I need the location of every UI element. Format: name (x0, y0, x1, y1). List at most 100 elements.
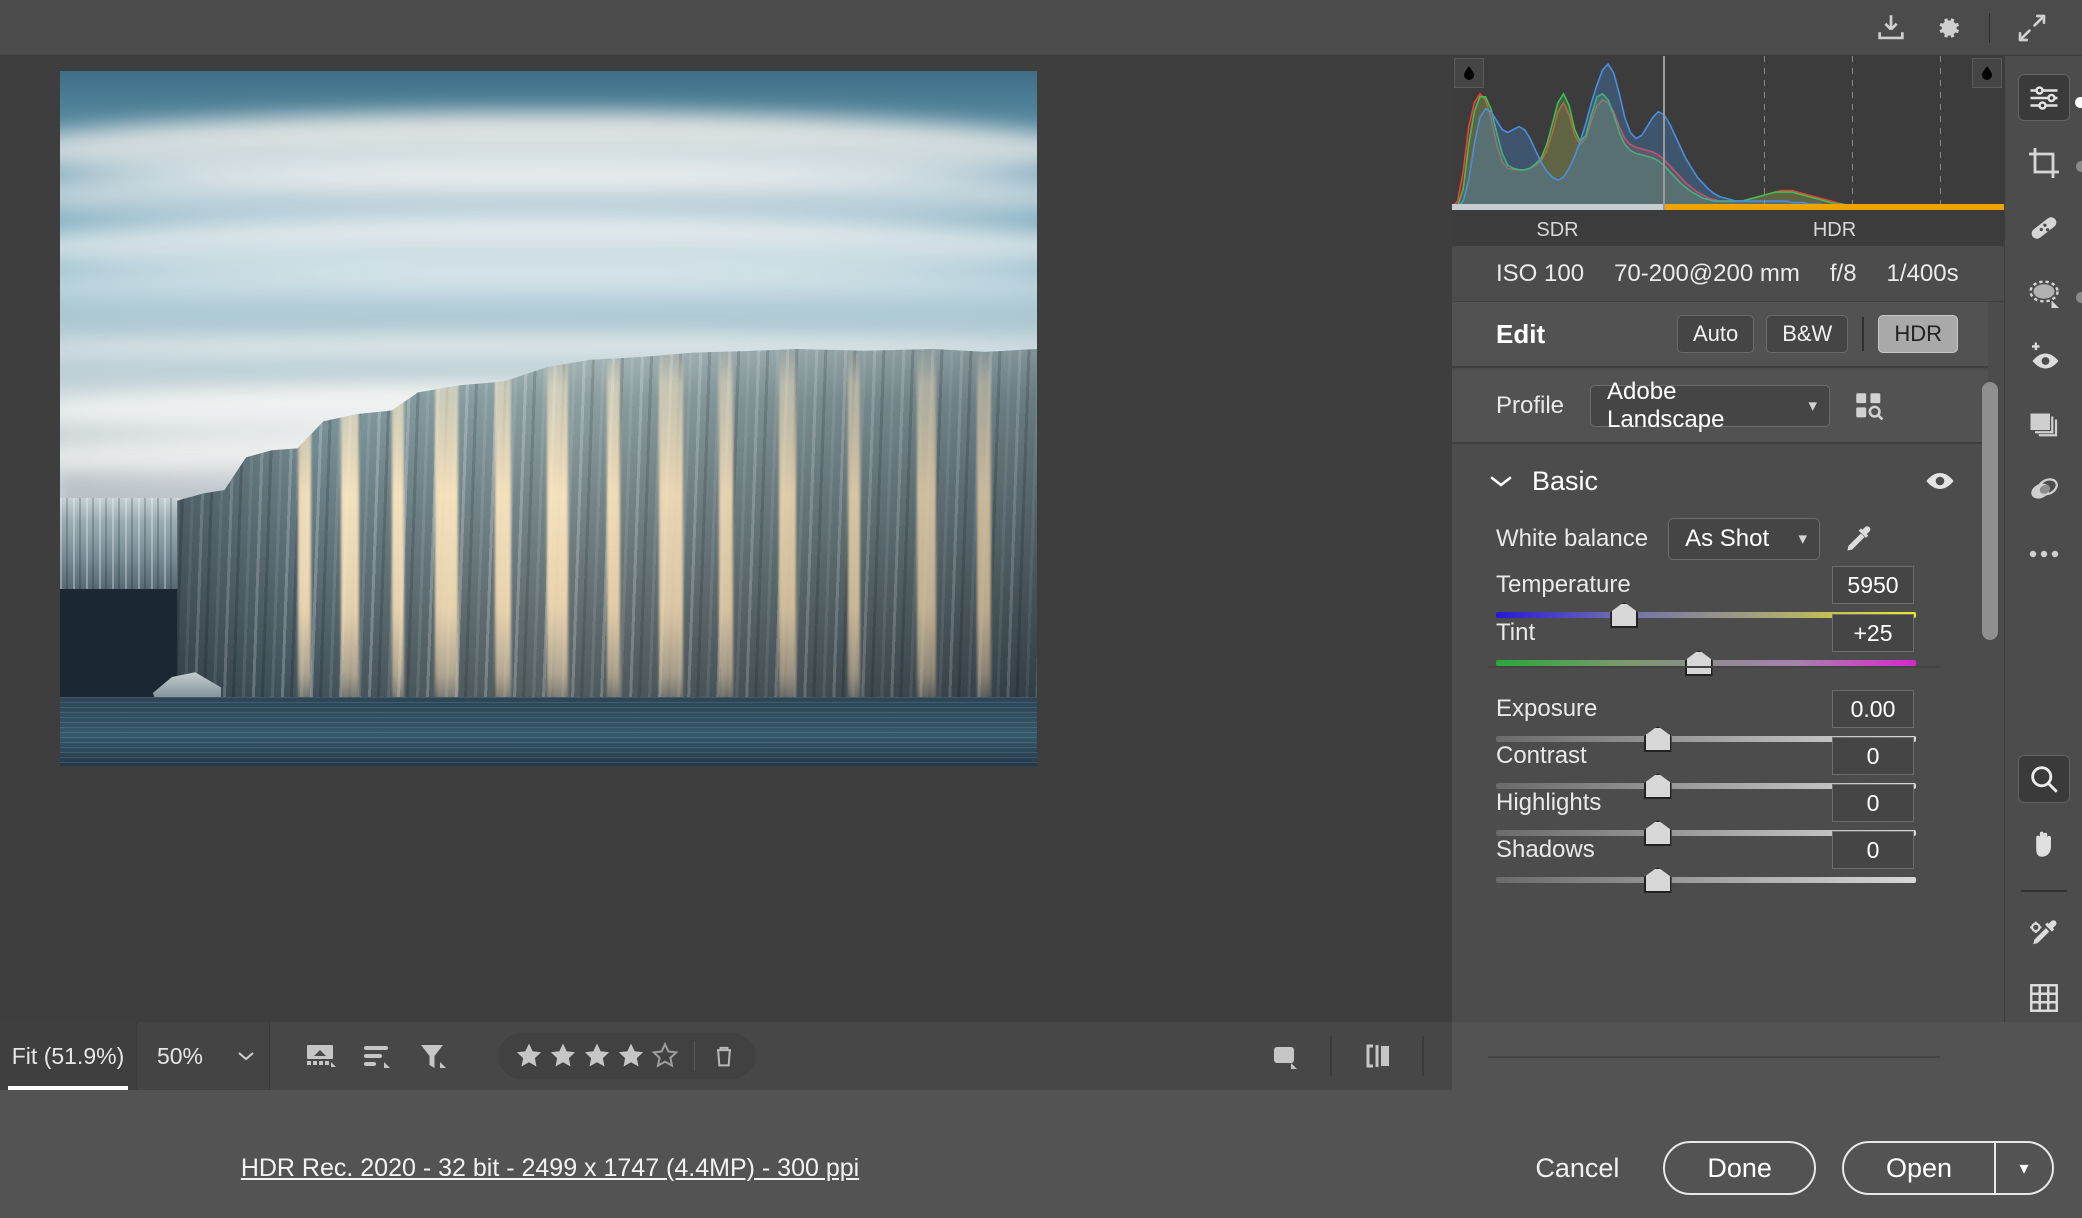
chevron-down-icon: ▾ (1798, 529, 1808, 548)
healing-brush-icon[interactable] (2018, 205, 2070, 252)
slider-row: Temperature 5950 (1452, 566, 1988, 604)
page-title: Edit (1496, 318, 1546, 349)
slider-row: Exposure 0.00 (1452, 690, 1988, 728)
slider-value-input[interactable]: 0 (1832, 831, 1914, 869)
chevron-down-icon: ▾ (1808, 396, 1818, 415)
photo-preview[interactable] (60, 71, 1037, 766)
slider-value-input[interactable]: 0 (1832, 784, 1914, 822)
chevron-down-icon[interactable]: ▾ (1996, 1143, 2052, 1193)
presets-stack-icon[interactable] (2018, 400, 2070, 447)
fullscreen-icon[interactable] (2004, 6, 2060, 50)
crop-icon[interactable] (2018, 139, 2082, 186)
profile-select[interactable]: Adobe Landscape ▾ (1590, 378, 1831, 433)
done-button[interactable]: Done (1663, 1141, 1816, 1195)
grid-icon[interactable] (2018, 975, 2070, 1022)
divider (1862, 317, 1865, 351)
footer: HDR Rec. 2020 - 32 bit - 2499 x 1747 (4.… (0, 1022, 2082, 1218)
slider-label: Highlights (1496, 789, 1602, 816)
histogram-gridline (1852, 56, 1853, 210)
slider-row: Tint +25 (1452, 614, 1988, 652)
histogram-plot (1452, 56, 2004, 210)
edit-mode-group: Auto B&W HDR (1676, 315, 1988, 353)
hdr-button[interactable]: HDR (1878, 315, 1958, 353)
histogram-gridline (1940, 56, 1941, 210)
slider-label: Tint (1496, 619, 1536, 646)
slider-track[interactable] (1496, 867, 1916, 893)
profile-label: Profile (1496, 392, 1565, 419)
cancel-button[interactable]: Cancel (1517, 1153, 1637, 1184)
white-balance-eyedropper-icon[interactable] (1842, 522, 1876, 556)
slider-label: Exposure (1496, 695, 1598, 722)
photo-content (60, 71, 1037, 766)
histogram[interactable]: SDR HDR (1452, 56, 2004, 246)
more-options-icon[interactable] (2018, 530, 2070, 577)
profile-value: Adobe Landscape (1607, 378, 1725, 433)
slider-row: Highlights 0 (1452, 784, 1988, 822)
histogram-area-blue (1452, 64, 2004, 210)
footer-actions: Cancel Done Open ▾ (1517, 1118, 2054, 1218)
slider-tint: Tint +25 (1452, 614, 1988, 676)
tool-status-dot (2075, 161, 2082, 173)
tool-status-dot (2074, 97, 2082, 108)
slider-label: Shadows (1496, 836, 1595, 863)
slider-value-input[interactable]: 5950 (1832, 566, 1914, 604)
toolbar-divider (1989, 12, 1990, 43)
water-region (60, 696, 1037, 766)
image-stage[interactable] (0, 56, 1452, 1022)
divider (2020, 889, 2067, 892)
slider-highlights: Highlights 0 (1452, 784, 1988, 846)
white-balance-value: As Shot (1685, 525, 1770, 552)
slider-row: Contrast 0 (1452, 737, 1988, 775)
auto-button[interactable]: Auto (1676, 315, 1755, 353)
slider-label: Contrast (1496, 742, 1587, 769)
white-balance-label: White balance (1496, 525, 1649, 552)
magnifier-icon[interactable] (2017, 755, 2070, 803)
white-balance-row: White balance As Shot ▾ (1452, 518, 1988, 560)
slider-handle[interactable] (1684, 650, 1713, 676)
slider-temperature: Temperature 5950 (1452, 566, 1988, 628)
masking-icon[interactable] (2018, 270, 2082, 317)
tool-rail (2004, 56, 2082, 1022)
white-balance-controls: White balance As Shot ▾ (1452, 518, 1988, 560)
red-eye-icon[interactable] (2018, 335, 2070, 382)
cloud-band (60, 265, 1037, 308)
exif-aperture: f/8 (1829, 259, 1857, 287)
exif-bar: ISO 100 70-200@200 mm f/8 1/400s (1452, 246, 2004, 302)
bw-button[interactable]: B&W (1766, 315, 1849, 353)
scrollbar-thumb[interactable] (1982, 382, 1998, 640)
slider-label: Temperature (1496, 571, 1631, 598)
save-image-icon[interactable] (1863, 6, 1919, 50)
slider-value-input[interactable]: 0 (1832, 737, 1914, 775)
basic-section-header[interactable]: Basic (1452, 446, 1988, 516)
sdr-range-bar (1452, 204, 1663, 210)
slider-contrast: Contrast 0 (1452, 737, 1988, 799)
top-toolbar (0, 0, 2082, 56)
tool-status-dot (2075, 291, 2082, 303)
open-button-group: Open ▾ (1841, 1141, 2054, 1195)
sliders-icon[interactable] (2017, 74, 2082, 122)
sdr-hdr-split (1663, 56, 1665, 210)
gear-icon[interactable] (1919, 6, 1975, 50)
workflow-options-link[interactable]: HDR Rec. 2020 - 32 bit - 2499 x 1747 (4.… (0, 1118, 1100, 1218)
edit-panel-header: Edit Auto B&W HDR (1452, 302, 1988, 368)
profile-browser-icon[interactable] (1852, 389, 1886, 423)
sdr-label: SDR (1536, 219, 1579, 241)
exif-shutter: 1/400s (1886, 259, 1959, 287)
camera-raw-window: Fit (51.9%) 50% SDR HDR ISO 100 70-200@2… (0, 0, 2082, 1218)
white-balance-select[interactable]: As Shot ▾ (1668, 518, 1821, 560)
slider-value-input[interactable]: +25 (1832, 614, 1914, 652)
eyedropper-icon[interactable] (2018, 910, 2070, 957)
slider-handle[interactable] (1643, 867, 1672, 893)
hdr-label: HDR (1812, 219, 1857, 241)
slider-row: Shadows 0 (1452, 831, 1988, 869)
hand-icon[interactable] (2018, 821, 2070, 868)
open-button[interactable]: Open (1844, 1143, 1994, 1193)
exif-iso: ISO 100 (1496, 259, 1585, 287)
section-divider (1488, 666, 1940, 668)
eye-icon[interactable] (1924, 470, 1956, 492)
slider-value-input[interactable]: 0.00 (1832, 690, 1914, 728)
slider-exposure: Exposure 0.00 (1452, 690, 1988, 752)
chevron-down-icon[interactable] (1488, 473, 1514, 489)
panel-scrollbar[interactable] (1982, 56, 1998, 1022)
snapshots-icon[interactable] (2018, 465, 2070, 512)
